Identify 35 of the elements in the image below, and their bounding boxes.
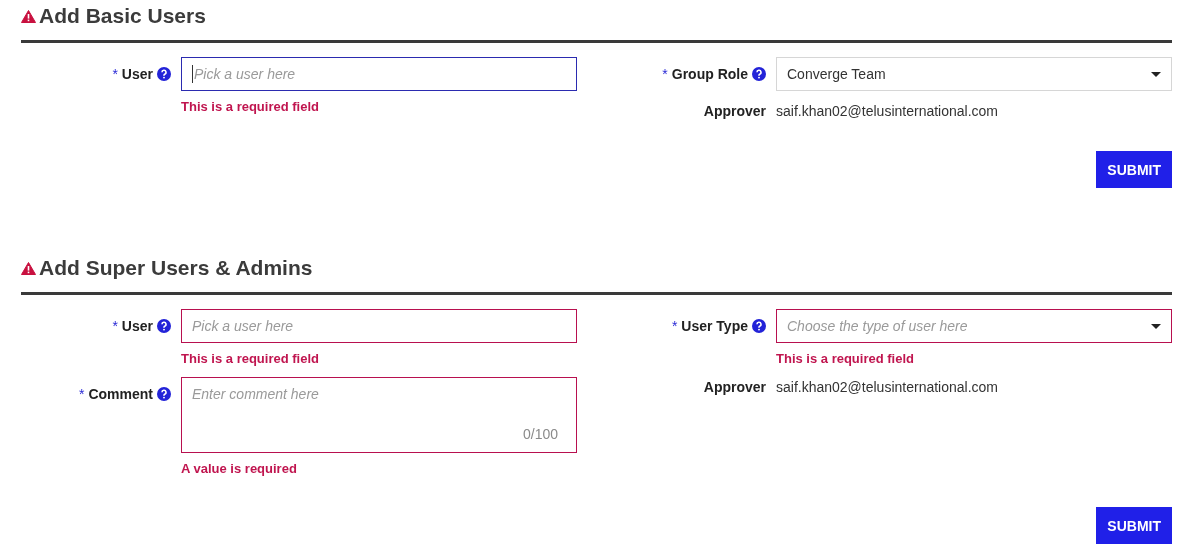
error-message: This is a required field <box>776 351 914 367</box>
approver-email: saif.khan02@telusinternational.com <box>776 102 998 121</box>
required-mark: * <box>112 318 118 334</box>
error-message: This is a required field <box>181 351 319 367</box>
required-mark: * <box>671 318 678 334</box>
user-field[interactable]: Pick a user here <box>181 57 577 91</box>
field-label: Approver <box>703 379 766 395</box>
field-label: Group Role <box>671 66 748 82</box>
error-message: A value is required <box>181 461 297 477</box>
help-icon[interactable] <box>157 319 171 333</box>
comment-field[interactable]: Enter comment here 0/100 <box>181 377 577 453</box>
select-field[interactable]: Choose the type of user here <box>776 309 1172 343</box>
field-label: User <box>121 318 153 334</box>
section-title: Add Basic Users <box>39 4 206 28</box>
error-message: This is a required field <box>181 99 319 115</box>
caret-icon <box>1151 71 1161 77</box>
field-label: User <box>121 66 153 82</box>
approver-email: saif.khan02@telusinternational.com <box>776 378 998 397</box>
field-label: Comment <box>88 386 153 402</box>
help-icon[interactable] <box>752 319 766 333</box>
field-label: Approver <box>703 103 766 119</box>
submit-button[interactable]: SUBMIT <box>1096 507 1172 544</box>
submit-button[interactable]: SUBMIT <box>1096 151 1172 188</box>
help-icon[interactable] <box>157 387 171 401</box>
character-counter: 0/100 <box>522 426 558 442</box>
required-mark: * <box>662 66 668 82</box>
help-icon[interactable] <box>157 67 171 81</box>
field-label: User Type <box>681 318 748 334</box>
required-mark: * <box>79 386 85 402</box>
select-field[interactable]: Converge Team <box>776 57 1172 91</box>
required-mark: * <box>112 66 118 82</box>
help-icon[interactable] <box>752 67 766 81</box>
caret-icon <box>1151 323 1161 329</box>
user-field[interactable]: Pick a user here <box>181 309 577 343</box>
section-title: Add Super Users & Admins <box>39 256 313 280</box>
